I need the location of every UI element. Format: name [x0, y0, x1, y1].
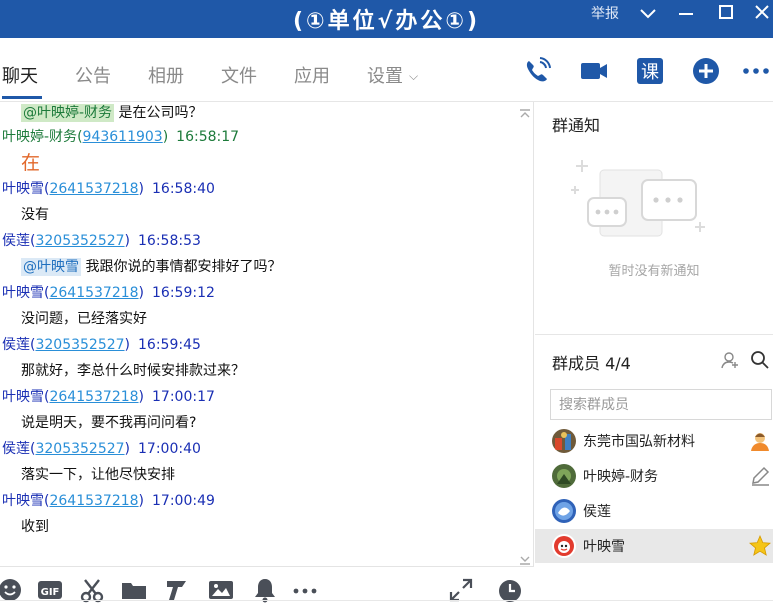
member-avatar: [552, 429, 576, 453]
divider: [535, 334, 773, 335]
chevron-down-icon[interactable]: [636, 2, 660, 24]
chat-message-area[interactable]: @叶映婷-财务 是在公司吗？ 叶映婷-财务(943611903) 16:58:17…: [0, 102, 534, 566]
message-sender: 叶映婷-财务(943611903) 16:58:17: [2, 129, 240, 145]
add-member-icon[interactable]: [720, 350, 740, 370]
tab-announcement[interactable]: 公告: [75, 62, 111, 88]
sender-name[interactable]: 侯莲: [2, 233, 30, 249]
member-avatar: [552, 499, 576, 523]
group-notice-title[interactable]: 群通知: [552, 112, 600, 136]
sender-qq-link[interactable]: 943611903: [83, 129, 163, 145]
close-icon[interactable]: [750, 2, 773, 24]
member-search-input[interactable]: [550, 389, 772, 420]
sender-qq-link[interactable]: 3205352527: [35, 233, 124, 249]
title-bar: (①单位√办公①) 举报: [0, 0, 773, 38]
scroll-up-icon[interactable]: [519, 104, 531, 118]
message-text: 说是明天，要不我再问问看?: [21, 415, 197, 431]
sender-qq-link[interactable]: 2641537218: [49, 285, 138, 301]
star-icon: [749, 534, 771, 557]
message-time: 16:58:53: [138, 233, 201, 249]
message-time: 16:59:12: [152, 285, 215, 301]
tab-settings[interactable]: 设置 ⌵: [367, 62, 418, 88]
sender-name[interactable]: 侯莲: [2, 337, 30, 353]
member-name: 东莞市国弘新材料: [583, 434, 695, 450]
member-item-selected[interactable]: 叶映雪: [535, 529, 773, 563]
message-sender: 叶映雪(2641537218) 17:00:17: [2, 389, 215, 405]
message-text: @叶映婷-财务 是在公司吗？: [21, 102, 203, 122]
plus-circle-icon[interactable]: [691, 56, 721, 86]
bottom-border: [0, 600, 773, 607]
empty-notice-illustration: [568, 156, 710, 246]
member-name: 侯莲: [583, 504, 611, 520]
message-text: 收到: [21, 519, 49, 535]
mention[interactable]: @叶映雪: [21, 258, 81, 276]
group-members-title: 群成员 4/4: [552, 354, 631, 373]
member-name: 叶映雪: [583, 539, 625, 555]
report-button[interactable]: 举报: [591, 3, 619, 23]
message-time: 17:00:49: [152, 493, 215, 509]
sender-name[interactable]: 叶映雪: [2, 181, 44, 197]
owner-avatar-icon: [749, 430, 771, 452]
video-icon[interactable]: [579, 56, 609, 86]
message-sender: 叶映雪(2641537218) 16:59:12: [2, 285, 215, 301]
gif-label: GIF: [41, 587, 60, 598]
phone-icon[interactable]: [522, 56, 552, 86]
sender-name[interactable]: 叶映雪: [2, 389, 44, 405]
message-sender: 侯莲(3205352527) 16:58:53: [2, 233, 201, 249]
message-time: 16:59:45: [138, 337, 201, 353]
member-avatar: [552, 464, 576, 488]
tab-bar: 聊天 公告 相册 文件 应用 设置 ⌵ 课: [0, 38, 773, 102]
member-avatar: [552, 534, 576, 558]
member-item[interactable]: 叶映婷-财务: [535, 459, 773, 493]
sender-name[interactable]: 侯莲: [2, 441, 30, 457]
message-sender: 叶映雪(2641537218) 17:00:49: [2, 493, 215, 509]
message-text-content: 我跟你说的事情都安排好了吗？: [81, 259, 282, 275]
tab-settings-label: 设置: [367, 66, 403, 87]
message-text: 在: [21, 152, 41, 174]
member-item[interactable]: 东莞市国弘新材料: [535, 424, 773, 458]
sender-qq-link[interactable]: 3205352527: [35, 337, 124, 353]
tab-apps[interactable]: 应用: [294, 62, 330, 88]
sender-name[interactable]: 叶映婷-财务: [2, 129, 77, 145]
sender-qq-link[interactable]: 3205352527: [35, 441, 124, 457]
active-tab-indicator: [2, 96, 42, 99]
maximize-icon[interactable]: [714, 2, 738, 24]
message-text-content: 是在公司吗？: [114, 105, 203, 121]
tab-chat[interactable]: 聊天: [2, 62, 38, 88]
search-member-icon[interactable]: [750, 350, 770, 370]
sender-qq-link[interactable]: 2641537218: [49, 493, 138, 509]
sender-name[interactable]: 叶映雪: [2, 285, 44, 301]
message-text: 落实一下，让他尽快安排: [21, 467, 175, 483]
mention[interactable]: @叶映婷-财务: [21, 104, 115, 122]
sender-qq-link[interactable]: 2641537218: [49, 389, 138, 405]
message-sender: 侯莲(3205352527) 16:59:45: [2, 337, 201, 353]
message-text: 没有: [21, 207, 49, 223]
sender-qq-link[interactable]: 2641537218: [49, 181, 138, 197]
sender-name[interactable]: 叶映雪: [2, 493, 44, 509]
scroll-down-icon[interactable]: [519, 550, 531, 565]
message-time: 16:58:40: [152, 181, 215, 197]
chevron-down-icon: ⌵: [409, 69, 419, 83]
message-sender: 侯莲(3205352527) 17:00:40: [2, 441, 201, 457]
member-name: 叶映婷-财务: [583, 469, 659, 485]
minimize-icon[interactable]: [674, 2, 698, 24]
member-item[interactable]: 侯莲: [535, 494, 773, 528]
message-text: @叶映雪 我跟你说的事情都安排好了吗？: [21, 256, 281, 276]
message-time: 17:00:40: [138, 441, 201, 457]
lesson-glyph: 课: [641, 62, 659, 83]
message-time: 17:00:17: [152, 389, 215, 405]
notice-empty-text: 暂时没有新通知: [608, 264, 700, 279]
more-icon[interactable]: [741, 56, 771, 86]
message-text: 没问题，已经落实好: [21, 311, 147, 327]
tab-album[interactable]: 相册: [148, 62, 184, 88]
message-text: 那就好，李总什么时候安排款过来？: [21, 363, 245, 379]
message-time: 16:58:17: [176, 129, 240, 145]
tab-files[interactable]: 文件: [221, 62, 257, 88]
message-sender: 叶映雪(2641537218) 16:58:40: [2, 181, 215, 197]
edit-icon[interactable]: [749, 465, 771, 487]
lesson-icon[interactable]: 课: [635, 56, 665, 86]
